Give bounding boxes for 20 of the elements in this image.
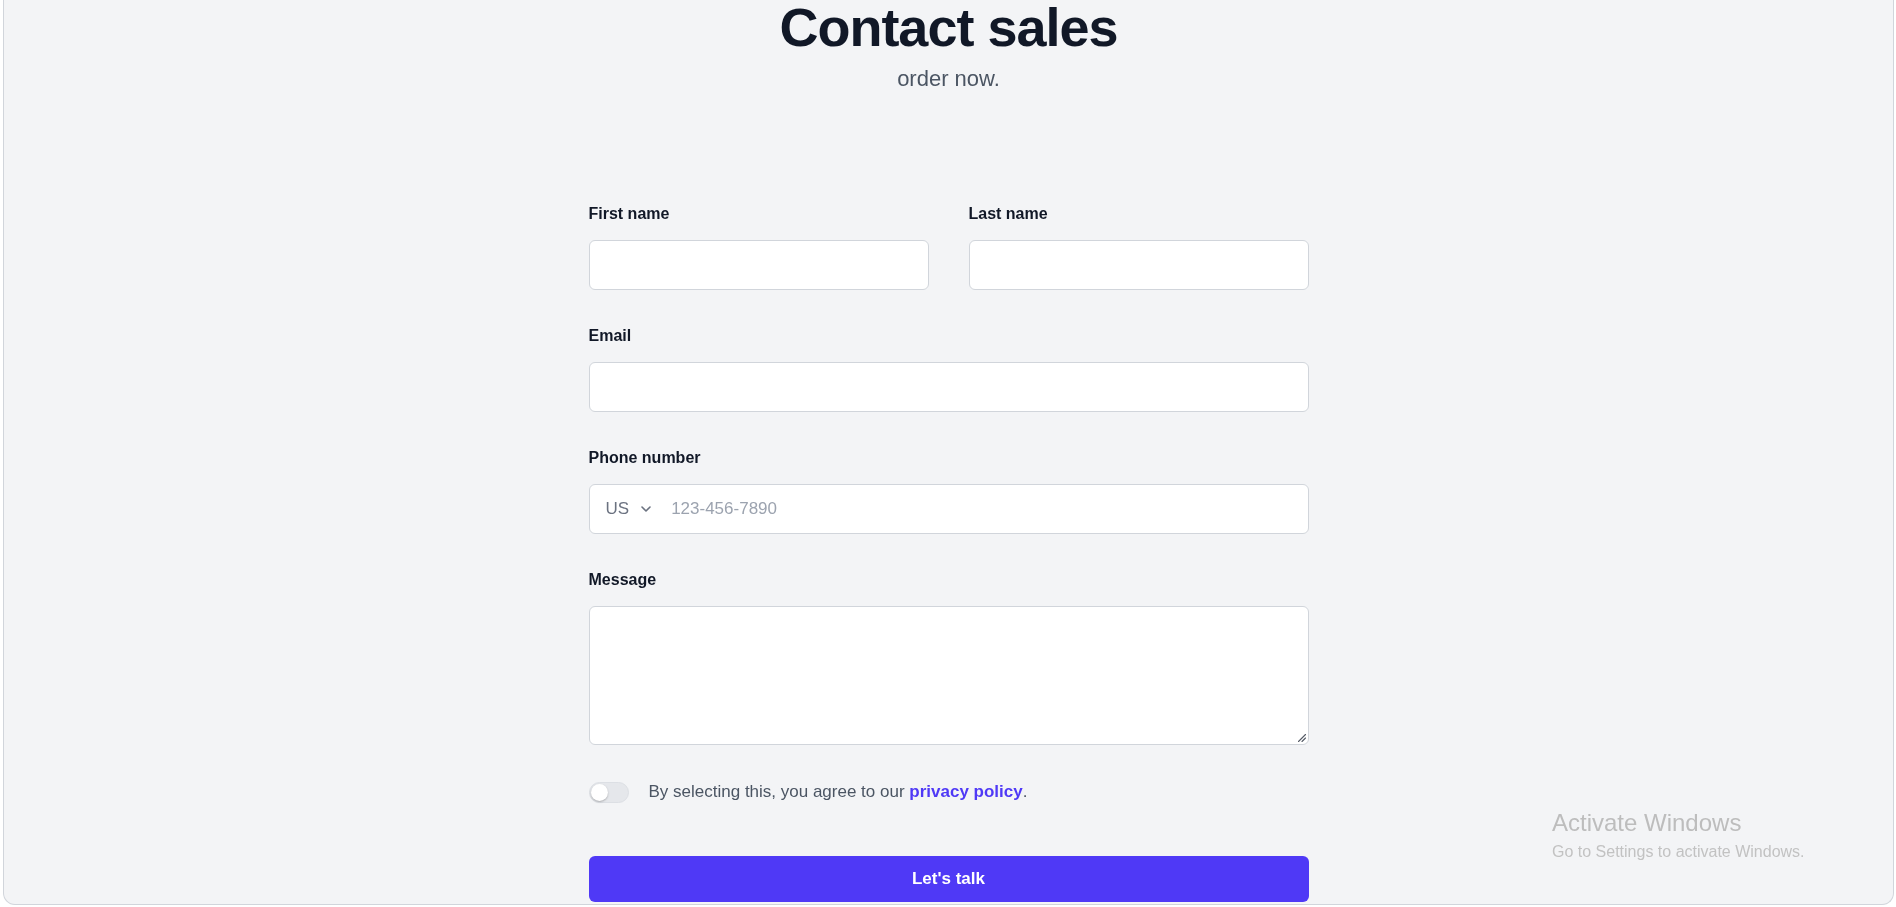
resize-grip-icon	[1297, 734, 1306, 742]
phone-field[interactable]: US 123-456-7890	[588, 484, 1309, 534]
field-label: Email	[588, 326, 632, 346]
submit-button[interactable]: Let's talk	[588, 856, 1309, 902]
activation-title: Activate Windows	[1552, 808, 1742, 838]
message-field[interactable]	[588, 606, 1309, 745]
field-label: Message	[588, 570, 657, 590]
field-label: Last name	[968, 204, 1048, 224]
privacy-policy-link[interactable]: privacy policy	[909, 782, 1023, 801]
text-input[interactable]	[588, 240, 929, 290]
text-input[interactable]	[968, 240, 1309, 290]
text-input[interactable]	[588, 362, 1309, 412]
page-title: Contact sales	[779, 0, 1118, 54]
toggle-switch[interactable]	[588, 781, 629, 803]
field-label: First name	[588, 204, 670, 224]
country-select[interactable]: US	[605, 494, 652, 524]
field-label: Phone number	[588, 448, 701, 468]
agreement-text: By selecting this, you agree to our privacy policy.	[648, 781, 1028, 803]
chevron-down-icon	[641, 506, 652, 512]
page-subtitle: order now.	[897, 65, 1000, 93]
